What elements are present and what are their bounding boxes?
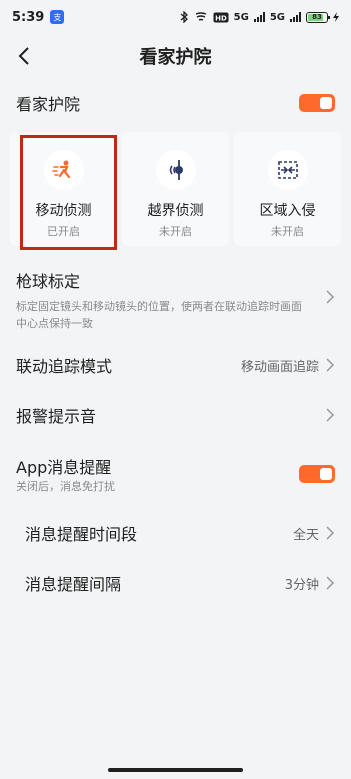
status-icons: HD 5G 5G 83 — [180, 11, 339, 23]
mode-label-area-intrusion: 区域入侵 — [259, 203, 316, 219]
guard-toggle-switch[interactable] — [299, 94, 335, 112]
chevron-right-icon — [326, 358, 335, 372]
alarm-sound-row[interactable]: 报警提示音 — [0, 400, 351, 430]
calibration-row[interactable]: 枪球标定 标定固定镜头和移动镜头的位置，使两者在联动追踪时画面中心点保持一致 — [0, 268, 351, 330]
status-bar: 5:39 支 HD 5G 5G 83 — [0, 0, 351, 34]
mode-status-line-crossing: 未开启 — [159, 225, 192, 238]
mode-label-line-crossing: 越界侦测 — [147, 203, 204, 219]
home-indicator[interactable] — [108, 768, 243, 772]
area-intrusion-icon — [267, 150, 308, 190]
tracking-mode-value: 移动画面追踪 — [240, 359, 319, 375]
notify-period-row[interactable]: 消息提醒时间段 全天 — [0, 518, 351, 548]
hd-icon: HD — [213, 12, 229, 22]
calibration-title: 枪球标定 — [16, 272, 81, 291]
signal-icon-2 — [290, 12, 301, 22]
nav-bar: 看家护院 — [0, 34, 351, 78]
chevron-right-icon — [326, 408, 335, 422]
line-crossing-icon — [155, 150, 196, 190]
notify-interval-row[interactable]: 消息提醒间隔 3分钟 — [0, 568, 351, 598]
chevron-right-icon — [326, 290, 335, 304]
chevron-right-icon — [326, 526, 335, 540]
notify-period-value: 全天 — [292, 527, 319, 543]
bluetooth-icon — [180, 11, 188, 23]
status-time: 5:39 — [12, 9, 45, 25]
net-type-2: 5G — [269, 11, 285, 23]
mode-status-area-intrusion: 未开启 — [271, 225, 304, 238]
toggle-knob — [320, 97, 332, 109]
app-notify-desc: 关闭后，消息免打扰 — [16, 479, 115, 493]
notify-interval-title: 消息提醒间隔 — [25, 575, 122, 594]
back-button[interactable] — [10, 42, 38, 70]
alarm-sound-title: 报警提示音 — [16, 407, 97, 426]
battery-icon: 83 — [306, 11, 330, 23]
svg-text:HD: HD — [215, 14, 227, 22]
app-notify-switch[interactable] — [299, 465, 335, 483]
tracking-mode-title: 联动追踪模式 — [16, 357, 113, 376]
net-type-1: 5G — [233, 11, 249, 23]
app-notify-row: App消息提醒 关闭后，消息免打扰 — [0, 454, 351, 494]
guard-toggle-label: 看家护院 — [16, 95, 81, 114]
chevron-right-icon — [326, 576, 335, 590]
page-title: 看家护院 — [139, 47, 212, 68]
battery-level: 83 — [312, 12, 322, 21]
signal-icon-1 — [253, 12, 265, 22]
selected-card-highlight — [20, 135, 117, 250]
charging-icon — [333, 12, 339, 22]
chevron-left-icon — [18, 47, 29, 65]
mode-card-area-intrusion[interactable]: 区域入侵 未开启 — [234, 132, 341, 246]
tracking-mode-row[interactable]: 联动追踪模式 移动画面追踪 — [0, 350, 351, 380]
guard-toggle-row: 看家护院 — [0, 88, 351, 118]
notify-interval-value: 3分钟 — [284, 577, 319, 593]
mode-card-line-crossing[interactable]: 越界侦测 未开启 — [122, 132, 229, 246]
calibration-desc: 标定固定镜头和移动镜头的位置，使两者在联动追踪时画面中心点保持一致 — [16, 300, 302, 330]
toggle-knob — [320, 468, 332, 480]
nfc-icon — [195, 11, 206, 21]
notify-period-title: 消息提醒时间段 — [25, 525, 138, 544]
app-notify-title: App消息提醒 — [16, 457, 112, 477]
alipay-icon: 支 — [50, 10, 65, 24]
